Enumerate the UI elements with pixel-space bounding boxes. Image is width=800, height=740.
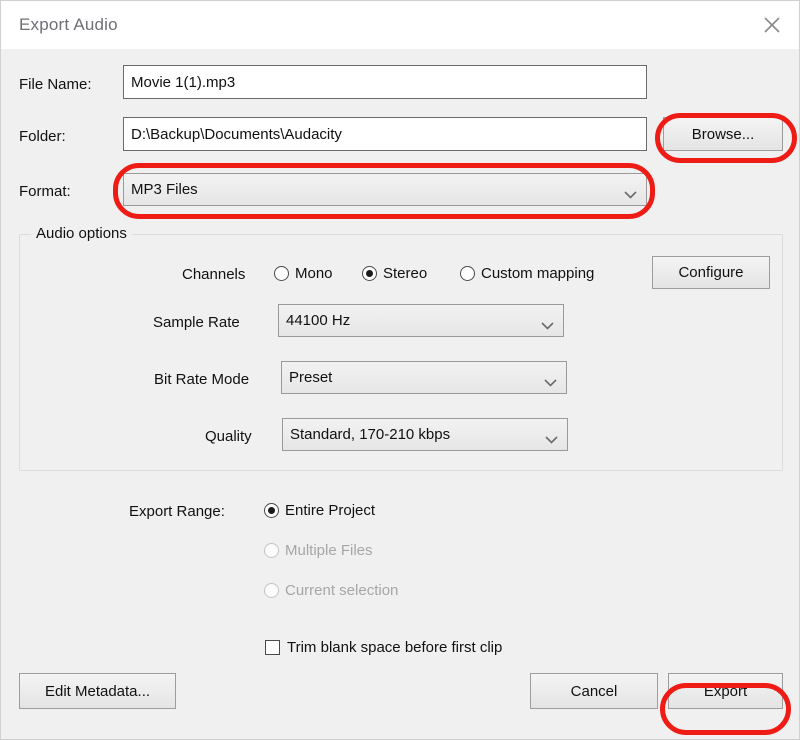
- radio-label: Multiple Files: [285, 542, 373, 559]
- export-button[interactable]: Export: [668, 673, 783, 709]
- file-name-label: File Name:: [19, 76, 92, 93]
- format-value: MP3 Files: [131, 181, 198, 198]
- format-label: Format:: [19, 183, 71, 200]
- radio-icon: [264, 503, 279, 518]
- browse-button[interactable]: Browse...: [663, 117, 783, 151]
- cancel-button[interactable]: Cancel: [530, 673, 658, 709]
- radio-label: Custom mapping: [481, 265, 595, 282]
- radio-export-range-multiple-files[interactable]: Multiple Files: [264, 542, 373, 559]
- folder-label: Folder:: [19, 128, 66, 145]
- chevron-down-icon: [544, 374, 557, 387]
- radio-label: Stereo: [383, 265, 428, 282]
- trim-blank-space-checkbox[interactable]: Trim blank space before first clip: [265, 639, 502, 656]
- radio-channels-custom-mapping[interactable]: Custom mapping: [460, 265, 594, 282]
- radio-channels-mono[interactable]: Mono: [274, 265, 333, 282]
- audio-options-legend: Audio options: [31, 225, 132, 242]
- dialog-body: File Name: Movie 1(1).mp3 Folder: D:\Bac…: [1, 49, 799, 739]
- radio-export-range-entire-project[interactable]: Entire Project: [264, 502, 375, 519]
- radio-export-range-current-selection[interactable]: Current selection: [264, 582, 398, 599]
- quality-value: Standard, 170-210 kbps: [290, 426, 451, 443]
- format-combobox[interactable]: MP3 Files: [123, 173, 647, 206]
- bit-rate-mode-combobox[interactable]: Preset: [281, 361, 567, 394]
- radio-icon: [264, 583, 279, 598]
- export-audio-dialog: Export Audio File Name: Movie 1(1).mp3 F…: [0, 0, 800, 740]
- radio-label: Mono: [295, 265, 333, 282]
- radio-icon: [264, 543, 279, 558]
- quality-combobox[interactable]: Standard, 170-210 kbps: [282, 418, 568, 451]
- radio-label: Entire Project: [285, 502, 376, 519]
- checkbox-label: Trim blank space before first clip: [287, 639, 503, 656]
- bit-rate-mode-value: Preset: [289, 369, 333, 386]
- folder-input[interactable]: D:\Backup\Documents\Audacity: [123, 117, 647, 151]
- sample-rate-label: Sample Rate: [153, 314, 240, 331]
- close-icon[interactable]: [749, 3, 795, 47]
- channels-label: Channels: [182, 266, 246, 283]
- edit-metadata-button[interactable]: Edit Metadata...: [19, 673, 176, 709]
- file-name-input[interactable]: Movie 1(1).mp3: [123, 65, 647, 99]
- radio-icon: [460, 266, 475, 281]
- sample-rate-combobox[interactable]: 44100 Hz: [278, 304, 564, 337]
- window-title: Export Audio: [19, 15, 118, 34]
- checkbox-icon: [265, 640, 280, 655]
- chevron-down-icon: [545, 431, 558, 444]
- export-range-label: Export Range:: [129, 503, 225, 520]
- radio-label: Current selection: [285, 582, 399, 599]
- quality-label: Quality: [205, 428, 252, 445]
- sample-rate-value: 44100 Hz: [286, 312, 351, 329]
- chevron-down-icon: [541, 317, 554, 330]
- configure-button[interactable]: Configure: [652, 256, 770, 289]
- chevron-down-icon: [624, 186, 637, 199]
- radio-icon: [362, 266, 377, 281]
- radio-icon: [274, 266, 289, 281]
- title-bar: Export Audio: [1, 1, 799, 50]
- bit-rate-mode-label: Bit Rate Mode: [154, 371, 250, 388]
- radio-channels-stereo[interactable]: Stereo: [362, 265, 427, 282]
